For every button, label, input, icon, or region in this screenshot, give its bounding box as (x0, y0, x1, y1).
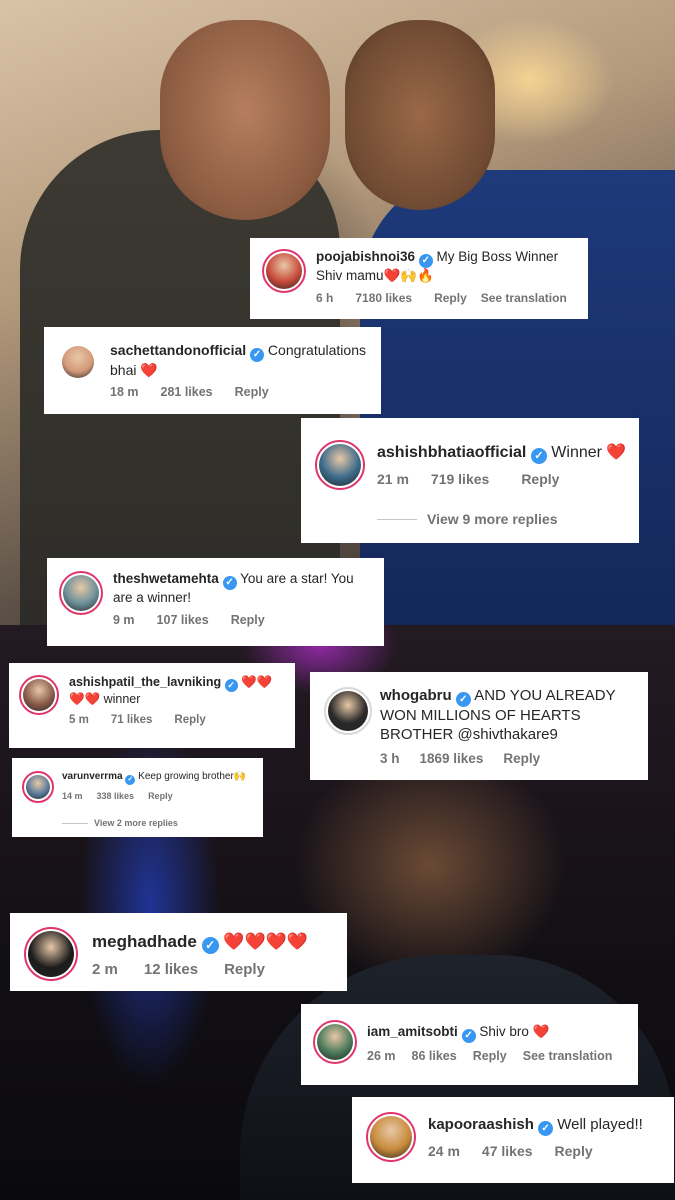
comment-text: Shiv bro ❤️ (479, 1024, 550, 1039)
comment-text: Well played!! (557, 1116, 643, 1133)
comment-card: whogabru ✓ AND YOU ALREADY WON MILLIONS … (310, 672, 648, 780)
username[interactable]: ashishbhatiaofficial (377, 444, 526, 461)
reply-button[interactable]: Reply (521, 471, 559, 487)
comment-time: 21 m (377, 471, 409, 487)
likes-count[interactable]: 86 likes (412, 1049, 457, 1063)
person-right-head (345, 20, 495, 210)
avatar-image (266, 253, 302, 289)
comment-text: ❤️❤️❤️❤️ (223, 932, 308, 951)
replies-divider (377, 518, 417, 520)
username[interactable]: iam_amitsobti (367, 1024, 458, 1039)
avatar-image (319, 444, 361, 486)
view-more-replies-button[interactable]: View 2 more replies (62, 818, 178, 828)
comment-text: Winner ❤️ (551, 444, 627, 461)
comment-time: 14 m (62, 791, 83, 801)
avatar[interactable] (366, 1112, 416, 1162)
comment-time: 18 m (110, 384, 139, 399)
comment-time: 24 m (428, 1143, 460, 1159)
avatar[interactable] (24, 927, 78, 981)
likes-count[interactable]: 1869 likes (420, 751, 484, 766)
likes-count[interactable]: 338 likes (97, 791, 135, 801)
likes-count[interactable]: 107 likes (157, 613, 209, 627)
person-left-head (160, 20, 330, 220)
avatar-image (317, 1024, 353, 1060)
verified-badge-icon: ✓ (250, 348, 265, 362)
reply-button[interactable]: Reply (555, 1143, 593, 1159)
verified-badge-icon: ✓ (455, 692, 471, 707)
avatar-image (370, 1116, 412, 1158)
likes-count[interactable]: 12 likes (144, 961, 198, 978)
comment-time: 5 m (69, 713, 89, 726)
avatar-image (328, 691, 368, 731)
username[interactable]: varunverrma (62, 771, 123, 782)
username[interactable]: theshwetamehta (113, 571, 219, 586)
verified-badge-icon: ✓ (418, 254, 433, 268)
avatar[interactable] (313, 1020, 357, 1064)
verified-badge-icon: ✓ (201, 937, 219, 954)
see-translation-button[interactable]: See translation (481, 291, 567, 305)
reply-button[interactable]: Reply (231, 613, 265, 627)
comment-card: kapooraashish ✓ Well played!! 24 m 47 li… (352, 1097, 674, 1183)
username[interactable]: whogabru (380, 687, 452, 704)
username[interactable]: sachettandonofficial (110, 342, 246, 358)
comment-time: 26 m (367, 1049, 396, 1063)
reply-button[interactable]: Reply (235, 385, 269, 399)
username[interactable]: kapooraashish (428, 1116, 534, 1133)
username[interactable]: ashishpatil_the_lavniking (69, 675, 221, 689)
verified-badge-icon: ✓ (222, 576, 237, 590)
verified-badge-icon: ✓ (530, 448, 547, 464)
reply-button[interactable]: Reply (148, 791, 173, 801)
avatar[interactable] (324, 687, 372, 735)
comment-card: theshwetamehta ✓ You are a star! You are… (47, 558, 384, 646)
comment-card: meghadhade ✓ ❤️❤️❤️❤️ 2 m 12 likes Reply (10, 913, 347, 991)
avatar[interactable] (59, 571, 103, 615)
likes-count[interactable]: 7180 likes (355, 291, 412, 305)
comment-card: sachettandonofficial ✓ Congratulations b… (44, 327, 381, 414)
avatar[interactable] (19, 675, 59, 715)
comment-card: varunverrma ✓ Keep growing brother🙌 14 m… (12, 758, 263, 837)
avatar[interactable] (262, 249, 306, 293)
reply-button[interactable]: Reply (174, 714, 205, 726)
username[interactable]: poojabishnoi36 (316, 249, 415, 264)
reply-button[interactable]: Reply (473, 1049, 507, 1063)
reply-button[interactable]: Reply (224, 961, 265, 978)
verified-badge-icon: ✓ (125, 775, 136, 785)
avatar[interactable] (315, 440, 365, 490)
avatar-image (62, 346, 94, 378)
avatar[interactable] (22, 771, 54, 803)
see-translation-button[interactable]: See translation (523, 1049, 613, 1063)
comment-card: ashishpatil_the_lavniking ✓ ❤️❤️❤️❤️ win… (9, 663, 295, 748)
reply-button[interactable]: Reply (434, 291, 467, 305)
avatar-image (28, 931, 74, 977)
view-more-replies-label: View 9 more replies (427, 511, 558, 527)
comment-card: poojabishnoi36 ✓ My Big Boss Winner Shiv… (250, 238, 588, 319)
comment-time: 2 m (92, 961, 118, 978)
username[interactable]: meghadhade (92, 932, 197, 951)
likes-count[interactable]: 71 likes (111, 714, 153, 726)
comment-card: ashishbhatiaofficial ✓ Winner ❤️ 21 m 71… (301, 418, 639, 543)
view-more-replies-label: View 2 more replies (94, 818, 178, 828)
comment-text: Keep growing brother🙌 (138, 771, 247, 782)
avatar[interactable] (58, 342, 98, 382)
comment-time: 3 h (380, 750, 400, 766)
reply-button[interactable]: Reply (503, 751, 540, 766)
likes-count[interactable]: 719 likes (431, 471, 489, 487)
comment-card: iam_amitsobti ✓ Shiv bro ❤️ 26 m 86 like… (301, 1004, 638, 1085)
avatar-image (26, 775, 50, 799)
verified-badge-icon: ✓ (461, 1029, 476, 1043)
avatar-image (63, 575, 99, 611)
verified-badge-icon: ✓ (224, 679, 238, 692)
avatar-image (23, 679, 55, 711)
likes-count[interactable]: 281 likes (161, 385, 213, 399)
comment-time: 6 h (316, 290, 334, 305)
likes-count[interactable]: 47 likes (482, 1143, 533, 1159)
comment-time: 9 m (113, 612, 135, 627)
verified-badge-icon: ✓ (538, 1121, 554, 1136)
replies-divider (62, 822, 88, 824)
view-more-replies-button[interactable]: View 9 more replies (377, 511, 557, 527)
